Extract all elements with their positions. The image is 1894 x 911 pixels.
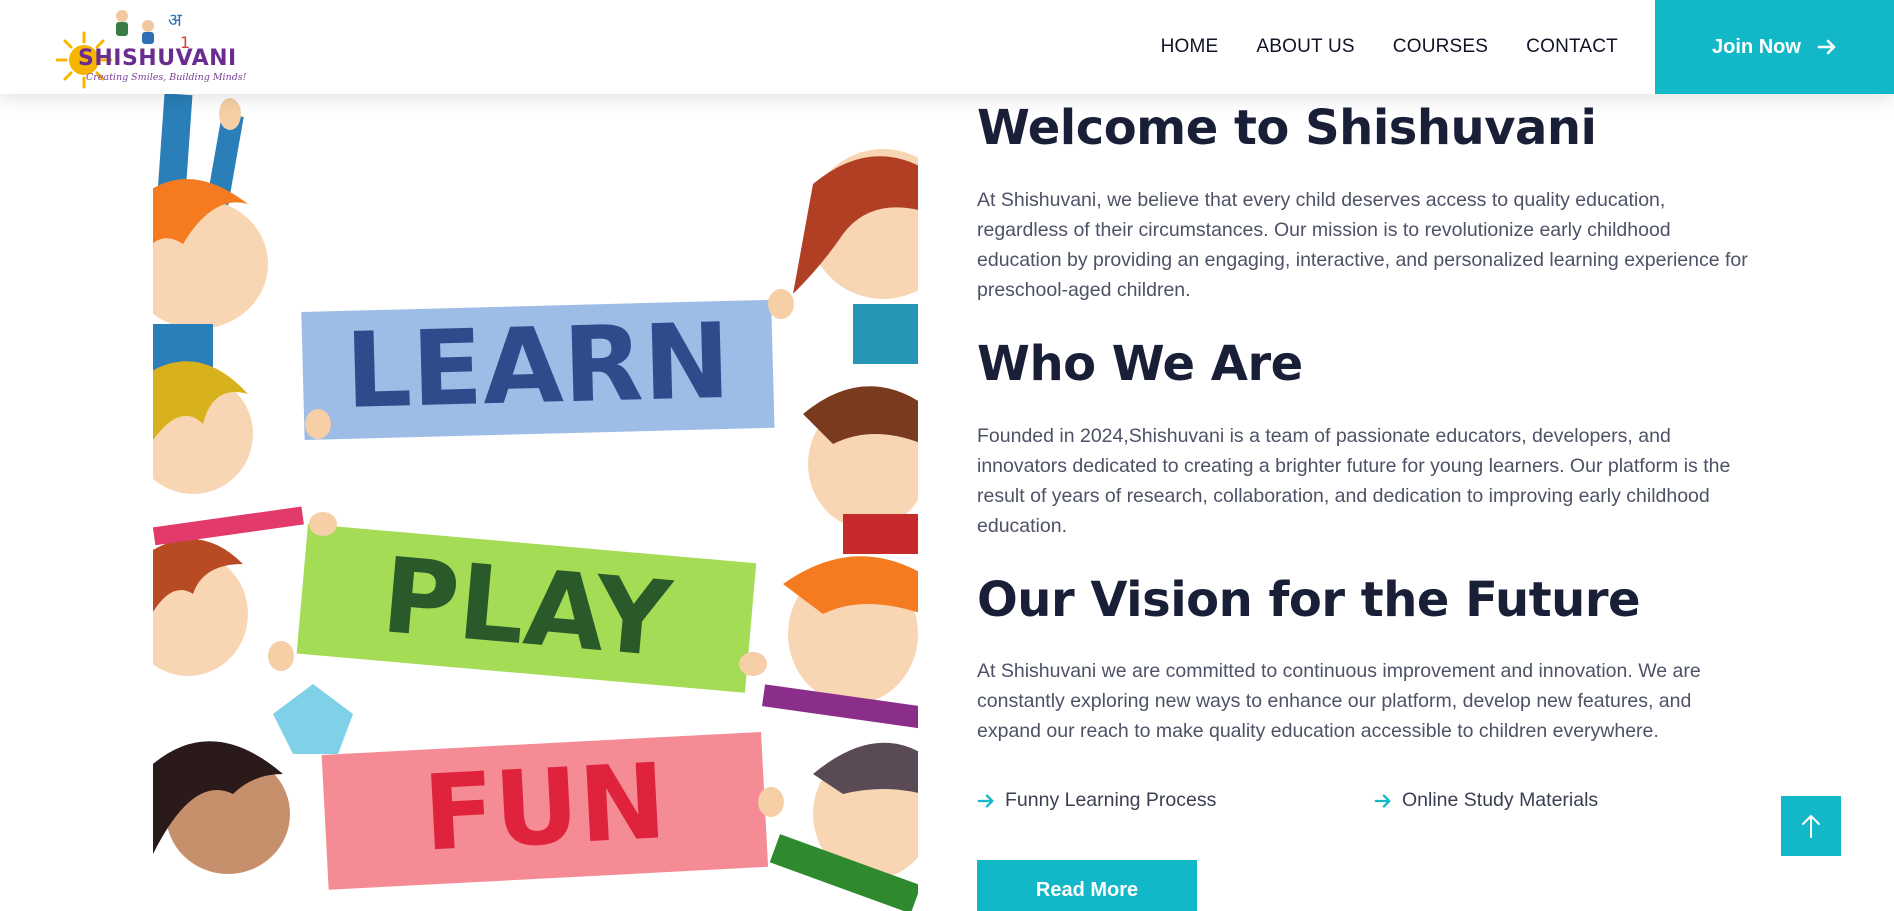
feature-item: Online Study Materials <box>1374 789 1771 812</box>
about-content: Welcome to Shishuvani At Shishuvani, we … <box>977 94 1757 746</box>
feature-item: Funny Learning Process <box>977 789 1374 812</box>
fun-sign-text: FUN <box>420 740 669 875</box>
welcome-paragraph: At Shishuvani, we believe that every chi… <box>977 188 1748 301</box>
brand-tagline: Creating Smiles, Building Minds! <box>86 72 247 83</box>
who-we-are-heading: Who We Are <box>977 335 1303 392</box>
learn-play-fun-illustration: LEARN PLAY FUN <box>153 94 918 911</box>
play-sign-text: PLAY <box>378 534 678 681</box>
arrow-right-icon <box>1817 39 1836 55</box>
kids-holding-signs-image: LEARN PLAY FUN <box>153 94 918 911</box>
brand-name: SHISHUVANI <box>78 46 237 71</box>
learn-sign-text: LEARN <box>344 300 732 432</box>
feature-list: Funny Learning Process Online Study Mate… <box>977 789 1771 812</box>
arrow-up-icon <box>1802 815 1820 838</box>
welcome-heading: Welcome to Shishuvani <box>977 100 1597 156</box>
arrow-right-icon <box>1374 793 1391 808</box>
vision-paragraph: At Shishuvani we are committed to contin… <box>977 660 1701 743</box>
nav-contact[interactable]: CONTACT <box>1526 36 1618 58</box>
who-we-are-paragraph: Founded in 2024,Shishuvani is a team of … <box>977 424 1731 537</box>
nav-about-us[interactable]: ABOUT US <box>1256 36 1354 58</box>
feature-label: Funny Learning Process <box>1005 789 1217 811</box>
back-to-top-button[interactable] <box>1781 796 1841 856</box>
read-more-button[interactable]: Read More <box>977 860 1197 911</box>
nav-courses[interactable]: COURSES <box>1393 36 1488 58</box>
nav-home[interactable]: HOME <box>1161 36 1219 58</box>
svg-text:अ: अ <box>168 10 183 31</box>
main-nav: HOME ABOUT US COURSES CONTACT <box>1161 36 1618 58</box>
join-now-button[interactable]: Join Now <box>1655 0 1894 94</box>
feature-label: Online Study Materials <box>1402 789 1599 811</box>
join-now-label: Join Now <box>1712 35 1801 58</box>
vision-heading: Our Vision for the Future <box>977 571 1641 628</box>
site-header: अ 1 SHISHUVANI Creating Smiles, Building… <box>0 0 1894 94</box>
arrow-right-icon <box>977 793 994 808</box>
logo[interactable]: अ 1 SHISHUVANI Creating Smiles, Building… <box>55 4 246 92</box>
